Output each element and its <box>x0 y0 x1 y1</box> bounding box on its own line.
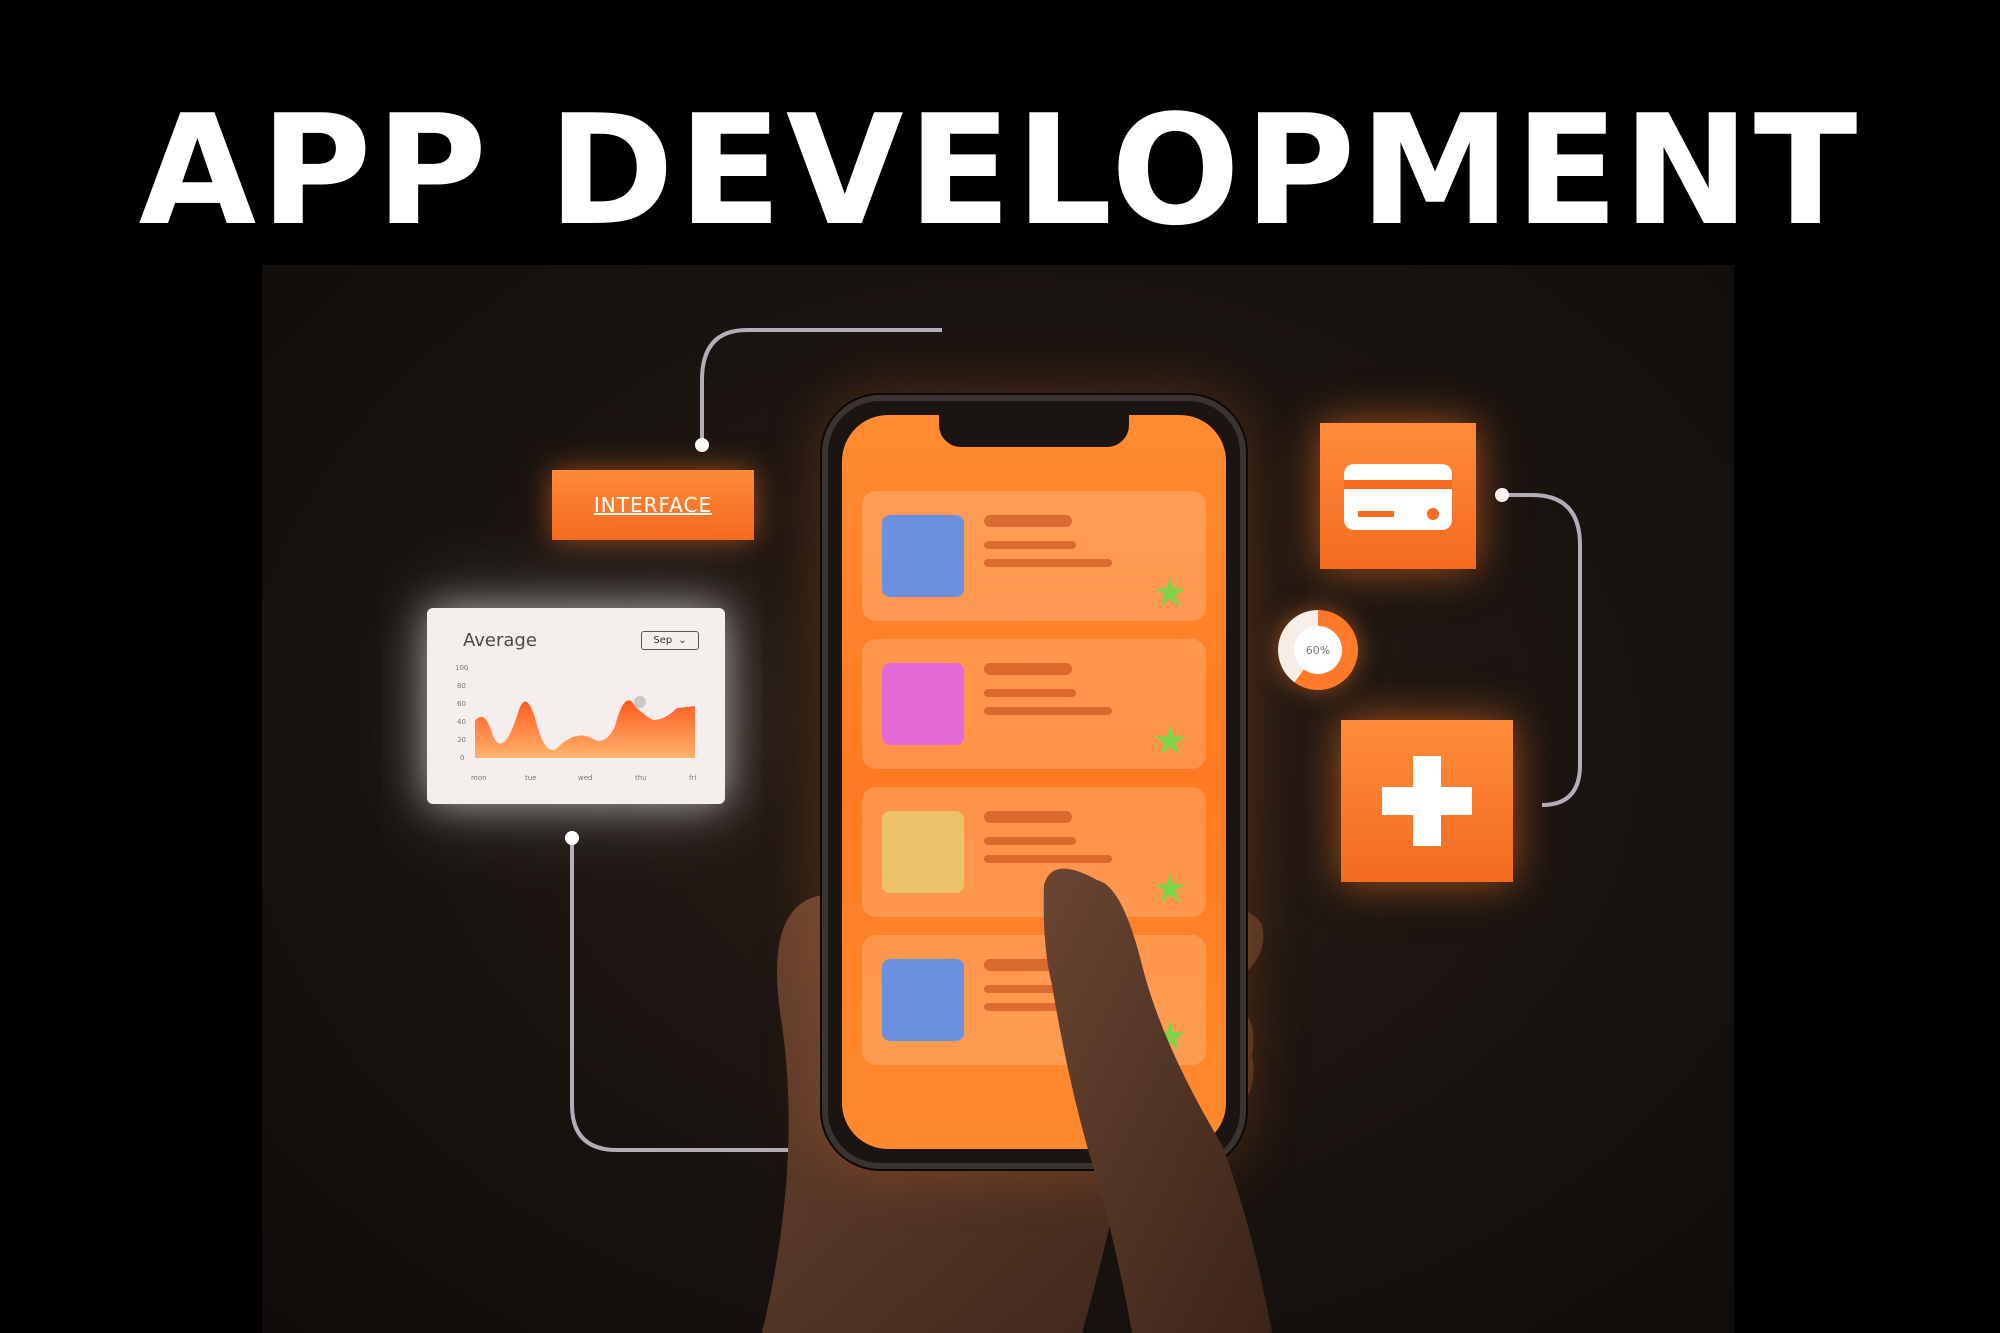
x-tick: tue <box>525 774 537 782</box>
hero-photo: INTERFACE Average Sep ⌄ 100 80 60 40 20 … <box>262 265 1734 1333</box>
y-tick: 40 <box>457 718 466 726</box>
add-tile[interactable] <box>1341 720 1513 882</box>
x-tick: thu <box>635 774 647 782</box>
progress-label: 60% <box>1294 626 1342 674</box>
star-icon: ★ <box>1152 866 1188 912</box>
y-tick: 60 <box>457 700 466 708</box>
user-icon <box>882 663 964 745</box>
list-item[interactable]: ★ <box>862 639 1206 769</box>
list-item[interactable]: ★ <box>862 491 1206 621</box>
page-title: APP DEVELOPMENT <box>138 82 1862 259</box>
x-tick: mon <box>471 774 487 782</box>
user-icon <box>882 515 964 597</box>
area-chart: 100 80 60 40 20 0 mon tue wed thu fri <box>455 664 696 782</box>
phone-screen: ★ ★ ★ ★ <box>842 415 1226 1149</box>
poster: APP DEVELOPMENT INTERFACE Average Sep ⌄ … <box>0 0 2000 1333</box>
y-tick: 0 <box>460 754 464 762</box>
star-icon: ★ <box>1152 1014 1188 1060</box>
phone-notch <box>939 415 1129 447</box>
user-icon <box>882 811 964 893</box>
star-icon: ★ <box>1152 718 1188 764</box>
y-tick: 20 <box>457 736 466 744</box>
y-tick-labels: 100 80 60 40 20 0 <box>455 664 468 762</box>
credit-card-icon <box>1344 464 1452 530</box>
plus-icon <box>1382 756 1472 846</box>
y-tick: 80 <box>457 682 466 690</box>
chart-card: Average Sep ⌄ 100 80 60 40 20 0 mon tue … <box>427 608 725 804</box>
x-tick-labels: mon tue wed thu fri <box>471 774 696 782</box>
progress-ring: 60% <box>1278 610 1358 690</box>
star-icon: ★ <box>1152 570 1188 616</box>
y-tick: 100 <box>455 664 468 672</box>
x-tick: fri <box>689 774 696 782</box>
phone: ★ ★ ★ ★ <box>822 395 1246 1169</box>
x-tick: wed <box>578 774 592 782</box>
payment-tile[interactable] <box>1320 423 1476 569</box>
user-icon <box>882 959 964 1041</box>
interface-label: INTERFACE <box>552 470 754 540</box>
list-item[interactable]: ★ <box>862 787 1206 917</box>
list-item[interactable]: ★ <box>862 935 1206 1065</box>
